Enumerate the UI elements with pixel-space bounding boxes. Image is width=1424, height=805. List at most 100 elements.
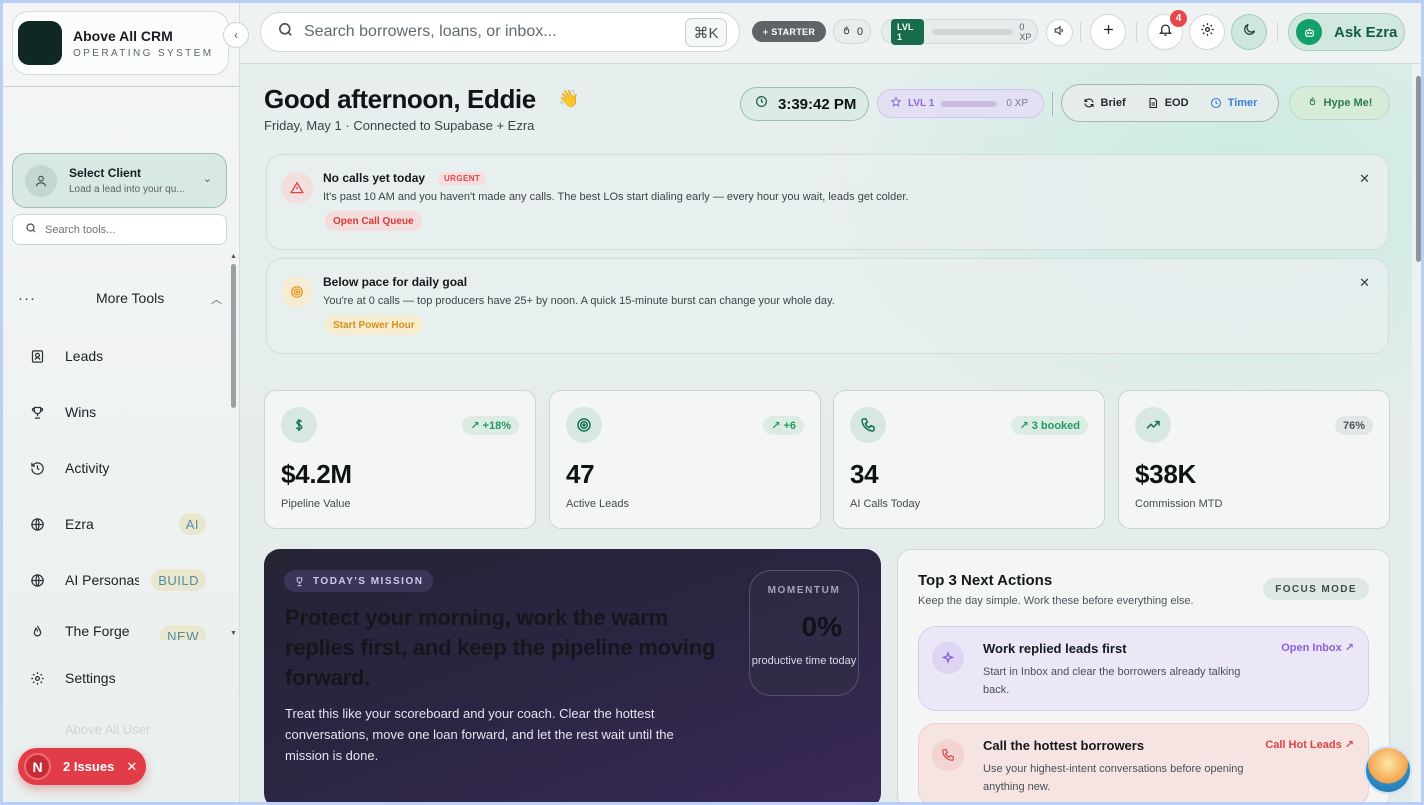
urgent-badge: URGENT — [439, 172, 486, 185]
sidebar-item-label: Ezra — [65, 516, 94, 532]
collapse-sidebar-button[interactable]: ‹ — [223, 22, 249, 48]
sidebar-item-leads[interactable]: Leads — [28, 342, 210, 370]
more-tools-toggle[interactable]: ··· More Tools ︿ — [18, 286, 228, 310]
search-icon — [277, 21, 294, 43]
momentum-value: 0% — [801, 611, 842, 642]
sidebar-item-activity[interactable]: Activity — [28, 454, 210, 482]
stat-card-ai-calls[interactable]: ↗ 3 booked 34 AI Calls Today — [833, 390, 1105, 529]
sparkle-icon — [932, 642, 964, 674]
momentum-subtitle: productive time today — [751, 655, 857, 667]
add-button[interactable] — [1090, 14, 1126, 50]
stat-delta: ↗ +6 — [763, 416, 804, 435]
stat-value: 47 — [566, 459, 595, 489]
tool-search-input[interactable] — [45, 223, 215, 236]
search-icon — [25, 221, 37, 239]
topbar-separator — [1080, 22, 1081, 42]
ask-ezra-button[interactable]: Ask Ezra — [1288, 13, 1405, 51]
brief-button[interactable]: Brief — [1083, 97, 1126, 109]
more-tools-label: More Tools — [96, 290, 165, 306]
action-description: Use your highest-intent conversations be… — [983, 763, 1244, 793]
stat-card-pipeline[interactable]: ↗ +18% $4.2M Pipeline Value — [264, 390, 536, 529]
sidebar-item-label: The Forge — [65, 623, 130, 639]
stat-label: Commission MTD — [1135, 498, 1223, 510]
open-inbox-link[interactable]: Open Inbox ↗ — [1281, 641, 1354, 654]
alert-below-pace: Below pace for daily goal You're at 0 ca… — [266, 258, 1389, 354]
stat-value: $38K — [1135, 459, 1196, 489]
focus-mode-button[interactable]: FOCUS MODE — [1263, 578, 1369, 600]
arrow-up-right-icon: ↗ — [1344, 642, 1354, 654]
warning-icon — [281, 172, 313, 204]
level-pill[interactable]: LVL 1 0 XP — [881, 18, 1038, 45]
scroll-up-arrow[interactable]: ▲ — [230, 253, 237, 260]
sidebar: Above All CRM OPERATING SYSTEM ‹ Select … — [0, 0, 249, 805]
phone-icon — [850, 407, 886, 443]
sidebar-item-label: Activity — [65, 460, 110, 476]
new-badge: NEW — [160, 625, 206, 640]
top-bar: ⌘K + STARTER 0 LVL 1 0 XP 4 — [240, 0, 1424, 64]
timer-button[interactable]: Timer — [1210, 97, 1257, 109]
next-actions-title: Top 3 Next Actions — [918, 572, 1053, 589]
brand-card[interactable]: Above All CRM OPERATING SYSTEM — [12, 11, 229, 75]
sidebar-scrollbar[interactable] — [231, 264, 236, 408]
alert-no-calls: No calls yet today URGENT It's past 10 A… — [266, 154, 1389, 250]
stat-value: $4.2M — [281, 459, 352, 489]
hype-me-button[interactable]: Hype Me! — [1289, 86, 1390, 120]
stat-value: 34 — [850, 459, 879, 489]
scroll-down-arrow[interactable]: ▼ — [230, 630, 237, 637]
arrow-up-right-icon: ↗ — [771, 420, 781, 432]
sidebar-item-wins[interactable]: Wins — [28, 398, 210, 426]
page-title: Good afternoon, Eddie — [264, 84, 536, 114]
arrow-up-right-icon: ↗ — [1344, 739, 1354, 751]
select-client-dropdown[interactable]: Select Client Load a lead into your qu..… — [12, 153, 227, 208]
select-client-subtitle: Load a lead into your qu... — [69, 184, 185, 195]
start-power-hour-button[interactable]: Start Power Hour — [325, 315, 423, 335]
stat-card-active-leads[interactable]: ↗ +6 47 Active Leads — [549, 390, 821, 529]
plan-badge[interactable]: + STARTER — [752, 21, 826, 42]
settings-button[interactable] — [1189, 14, 1225, 50]
globe-icon — [28, 515, 46, 533]
eod-button[interactable]: EOD — [1147, 97, 1189, 109]
sidebar-item-ai-personas[interactable]: AI Personas BUILD — [28, 566, 210, 594]
sidebar-item-ezra[interactable]: Ezra AI — [28, 510, 210, 538]
chevron-left-icon: ‹ — [234, 28, 238, 42]
history-icon — [28, 459, 46, 477]
sound-button[interactable] — [1046, 19, 1073, 46]
clock-icon — [1210, 97, 1222, 109]
stat-card-commission[interactable]: 76% $38K Commission MTD — [1118, 390, 1390, 529]
close-icon[interactable]: ✕ — [126, 759, 137, 775]
arrow-up-right-icon: ↗ — [1019, 420, 1029, 432]
next-actions-card: Top 3 Next Actions Keep the day simple. … — [897, 549, 1390, 805]
issues-indicator[interactable]: N 2 Issues ✕ — [18, 748, 146, 785]
chevron-down-icon: ⌄ — [202, 173, 212, 185]
open-call-queue-button[interactable]: Open Call Queue — [325, 211, 422, 231]
close-icon[interactable]: ✕ — [1359, 275, 1370, 291]
global-search-box: ⌘K — [260, 12, 740, 52]
tool-search-box — [12, 214, 227, 245]
streak-pill[interactable]: 0 — [833, 19, 871, 44]
flame-icon — [28, 622, 46, 640]
alert-message: It's past 10 AM and you haven't made any… — [323, 191, 909, 203]
sidebar-item-the-forge[interactable]: The Forge NEW — [28, 622, 210, 640]
stat-delta: ↗ +18% — [462, 416, 519, 435]
action-link-label: Open Inbox — [1281, 642, 1342, 654]
bell-icon — [1158, 22, 1173, 42]
stat-label: AI Calls Today — [850, 498, 921, 510]
action-item[interactable]: Work replied leads first Start in Inbox … — [918, 626, 1369, 711]
dark-mode-toggle[interactable] — [1231, 14, 1267, 50]
notifications-button[interactable]: 4 — [1147, 10, 1187, 50]
sidebar-item-settings[interactable]: Settings — [28, 664, 210, 692]
flame-icon — [841, 25, 852, 39]
call-hot-leads-link[interactable]: Call Hot Leads ↗ — [1265, 738, 1354, 751]
arrow-up-right-icon: ↗ — [470, 420, 480, 432]
clock-pill: 3:39:42 PM — [740, 87, 869, 121]
issues-logo: N — [24, 753, 51, 780]
assistant-launcher-button[interactable] — [1364, 746, 1412, 794]
main-scrollbar[interactable] — [1416, 76, 1421, 262]
shortcut-hint: ⌘K — [685, 18, 727, 47]
level-progress-pill[interactable]: LVL 1 0 XP — [877, 89, 1044, 118]
stat-delta-value: 3 booked — [1031, 419, 1080, 432]
global-search-input[interactable] — [304, 23, 674, 41]
action-item[interactable]: Call the hottest borrowers Use your high… — [918, 723, 1369, 805]
action-description: Start in Inbox and clear the borrowers a… — [983, 666, 1241, 696]
close-icon[interactable]: ✕ — [1359, 171, 1370, 187]
